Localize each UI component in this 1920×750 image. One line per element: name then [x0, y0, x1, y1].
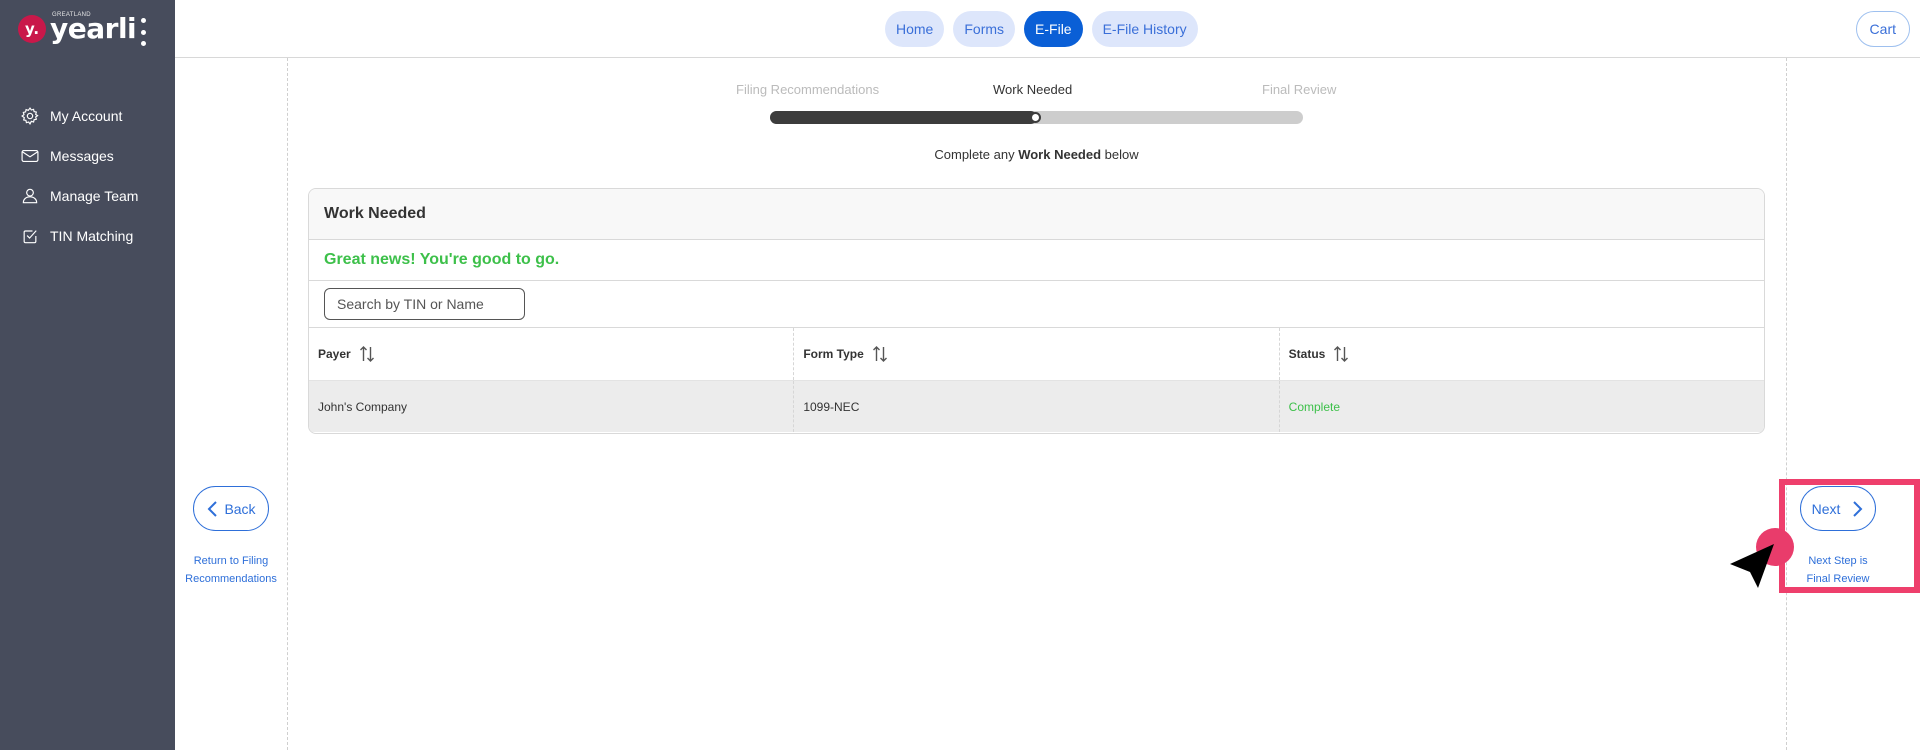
cursor-arrow-icon [1730, 544, 1774, 588]
table-header: Payer Form Type Status [309, 328, 1764, 381]
search-input[interactable] [324, 288, 525, 320]
sidebar-item-label: My Account [50, 108, 123, 124]
back-caption-line: Return to Filing [193, 555, 269, 567]
cart-button[interactable]: Cart [1855, 11, 1910, 47]
person-icon [22, 188, 38, 204]
sidebar-item-my-account[interactable]: My Account [0, 96, 175, 136]
logo-text: yearli [50, 12, 137, 45]
step-final-review: Final Review [1262, 82, 1337, 97]
logo-wordmark: GREATLAND yearli [50, 12, 137, 45]
column-header-payer[interactable]: Payer [309, 328, 795, 380]
table-row[interactable]: John's Company 1099-NEC Complete [309, 381, 1764, 432]
column-header-form-type[interactable]: Form Type [794, 328, 1280, 380]
yearli-logo[interactable]: y. GREATLAND yearli [18, 12, 137, 45]
tab-forms[interactable]: Forms [953, 11, 1016, 47]
instruction-suffix: below [1101, 147, 1139, 162]
step-filing-recommendations: Filing Recommendations [736, 82, 880, 97]
checkbox-icon [23, 230, 37, 244]
sort-icon[interactable] [359, 345, 375, 363]
column-header-status[interactable]: Status [1280, 328, 1764, 380]
back-caption[interactable]: Return to Filing Recommendations [180, 552, 282, 588]
top-bar: Home Forms E-File E-File History Cart [175, 0, 1920, 58]
cell-status: Complete [1288, 399, 1341, 414]
back-button-label: Back [224, 500, 256, 517]
highlight-box [1779, 479, 1920, 593]
sort-icon[interactable] [872, 345, 888, 363]
logo-sub-text: GREATLAND [52, 12, 91, 18]
instruction-text: Complete any Work Needed below [0, 147, 1920, 162]
back-caption-line: Recommendations [185, 573, 277, 585]
search-row [309, 281, 1764, 328]
cell-payer: John's Company [309, 381, 795, 432]
sidebar: y. GREATLAND yearli My Account Messages [0, 0, 175, 750]
tab-e-file-history[interactable]: E-File History [1091, 11, 1198, 47]
main-tabs: Home Forms E-File E-File History [885, 11, 1198, 47]
back-button[interactable]: Back [193, 486, 269, 531]
chevron-left-icon [208, 500, 218, 517]
sidebar-item-tin-matching[interactable]: TIN Matching [0, 216, 175, 256]
instruction-bold: Work Needed [1018, 147, 1102, 162]
progress-knob [1029, 112, 1041, 123]
gear-icon [21, 107, 39, 126]
logo-badge: y. [18, 15, 46, 43]
progress-bar [770, 111, 1303, 124]
column-label: Form Type [803, 347, 864, 361]
sidebar-item-label: Manage Team [50, 188, 139, 204]
status-message: Great news! You're good to go. [309, 240, 1764, 281]
sidebar-item-label: TIN Matching [50, 228, 134, 244]
instruction-prefix: Complete any [934, 147, 1019, 162]
panel-title: Work Needed [309, 189, 1764, 240]
tab-e-file[interactable]: E-File [1024, 11, 1083, 47]
kebab-menu-icon[interactable] [138, 18, 148, 46]
sort-icon[interactable] [1333, 345, 1349, 363]
sidebar-nav: My Account Messages Manage Team TIN Matc… [0, 96, 175, 256]
cell-form-type: 1099-NEC [794, 381, 1280, 432]
column-label: Status [1288, 347, 1326, 361]
progress-fill [770, 111, 1037, 124]
step-work-needed: Work Needed [993, 82, 1073, 97]
tab-home[interactable]: Home [885, 11, 945, 47]
work-needed-panel: Work Needed Great news! You're good to g… [308, 188, 1765, 434]
sidebar-item-manage-team[interactable]: Manage Team [0, 176, 175, 216]
column-label: Payer [318, 347, 351, 361]
